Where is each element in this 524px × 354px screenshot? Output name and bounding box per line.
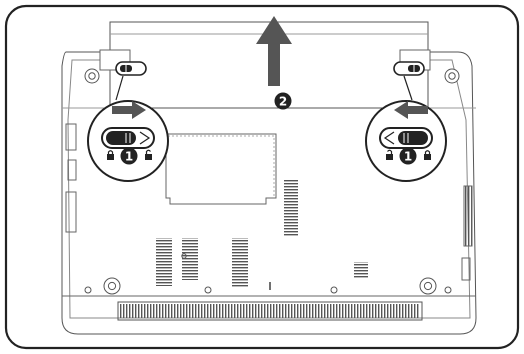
latch-zoom-left xyxy=(101,127,155,149)
right-latch-callout: 1 xyxy=(365,100,447,182)
latch-zoom-right xyxy=(379,127,433,149)
step-2-badge: 2 xyxy=(274,92,292,110)
diagram-canvas: 2 1 1 xyxy=(4,4,520,350)
step-1-label-left: 1 xyxy=(125,150,133,164)
battery-removal-diagram: 2 1 1 xyxy=(0,0,524,354)
step-1-badge-right: 1 xyxy=(399,147,417,165)
left-latch-callout: 1 xyxy=(87,100,169,182)
step-1-label-right: 1 xyxy=(404,150,412,164)
step-1-badge-left: 1 xyxy=(120,147,138,165)
latch-right xyxy=(393,61,425,76)
step-2-label: 2 xyxy=(279,95,287,109)
latch-left xyxy=(115,61,147,76)
